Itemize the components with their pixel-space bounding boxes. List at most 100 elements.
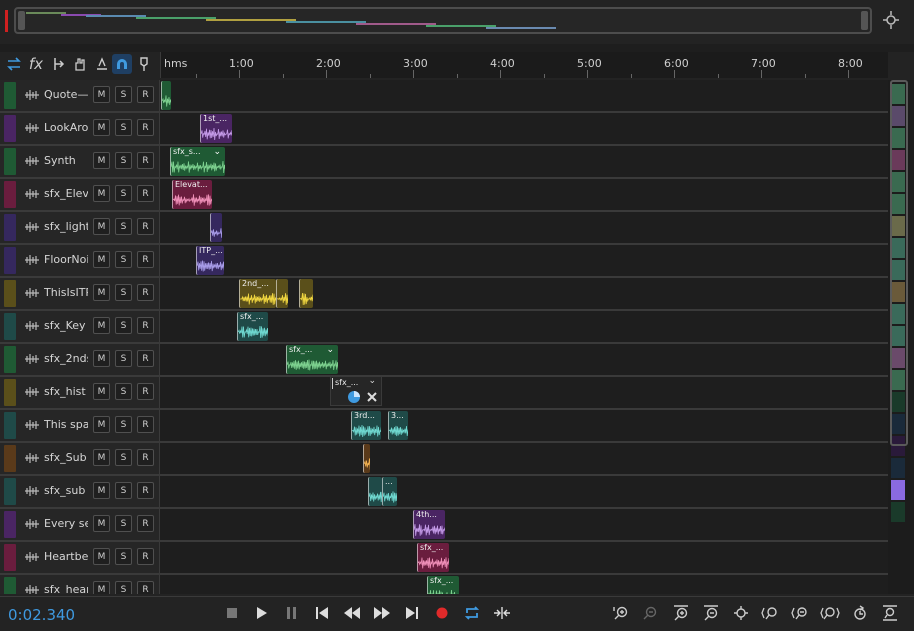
track-header[interactable]: FloorNoi M S R bbox=[0, 245, 160, 276]
record-arm-button[interactable]: R bbox=[137, 581, 154, 594]
track-lane[interactable]: 4th... bbox=[160, 509, 888, 540]
track-header[interactable]: sfx_Key M S R bbox=[0, 311, 160, 342]
mute-button[interactable]: M bbox=[93, 218, 110, 235]
track-header[interactable]: sfx_hist M S R bbox=[0, 377, 160, 408]
track-row[interactable]: sfx_Key M S Rsfx_... bbox=[0, 311, 888, 344]
record-arm-button[interactable]: R bbox=[137, 86, 154, 103]
zoom-in-time-icon[interactable] bbox=[671, 603, 691, 623]
track-header[interactable]: This spa M S R bbox=[0, 410, 160, 441]
track-header[interactable]: sfx_light M S R bbox=[0, 212, 160, 243]
solo-button[interactable]: S bbox=[115, 185, 132, 202]
zoom-full-icon[interactable] bbox=[731, 603, 751, 623]
zoom-reset-icon[interactable] bbox=[850, 603, 870, 623]
zoom-out-time-icon[interactable] bbox=[701, 603, 721, 623]
track-name[interactable]: sfx_Sub bbox=[44, 451, 88, 464]
track-row[interactable]: sfx_hist M S R bbox=[0, 377, 888, 410]
audio-clip[interactable]: sfx_s... ⌄ bbox=[170, 147, 225, 176]
solo-button[interactable]: S bbox=[115, 284, 132, 301]
record-arm-button[interactable]: R bbox=[137, 383, 154, 400]
audio-clip[interactable]: sfx_... ⌄ bbox=[286, 345, 338, 374]
solo-button[interactable]: S bbox=[115, 548, 132, 565]
mute-button[interactable]: M bbox=[93, 416, 110, 433]
current-time-display[interactable]: 0:02.340 bbox=[8, 606, 75, 624]
track-lane[interactable]: Elevat... bbox=[160, 179, 888, 210]
swap-icon[interactable] bbox=[4, 54, 24, 74]
record-arm-button[interactable]: R bbox=[137, 218, 154, 235]
mute-button[interactable]: M bbox=[93, 449, 110, 466]
track-header[interactable]: Synth M S R bbox=[0, 146, 160, 177]
mute-button[interactable]: M bbox=[93, 350, 110, 367]
pause-icon[interactable] bbox=[282, 603, 302, 623]
audio-clip[interactable]: 3rd... bbox=[351, 411, 381, 440]
audio-clip[interactable] bbox=[161, 81, 171, 110]
vertical-scrollbar[interactable] bbox=[888, 80, 914, 594]
track-lane[interactable]: ... bbox=[160, 476, 888, 507]
track-name[interactable]: sfx_Elev bbox=[44, 187, 88, 200]
audio-clip[interactable]: sfx_... bbox=[427, 576, 459, 594]
record-icon[interactable] bbox=[432, 603, 452, 623]
scroll-thumb[interactable] bbox=[890, 80, 908, 446]
mute-button[interactable]: M bbox=[93, 515, 110, 532]
track-row[interactable]: Every se M S R 4th... bbox=[0, 509, 888, 542]
mute-button[interactable]: M bbox=[93, 581, 110, 594]
track-row[interactable]: FloorNoi M S R ITP_... bbox=[0, 245, 888, 278]
chevron-down-icon[interactable]: ⌄ bbox=[213, 147, 221, 157]
solo-button[interactable]: S bbox=[115, 581, 132, 594]
track-header[interactable]: Quote— M S R bbox=[0, 80, 160, 111]
zoom-in-point-icon[interactable] bbox=[760, 603, 780, 623]
solo-button[interactable]: S bbox=[115, 449, 132, 466]
stop-icon[interactable] bbox=[222, 603, 242, 623]
track-row[interactable]: sfx_Elev M S R Elevat... bbox=[0, 179, 888, 212]
track-row[interactable]: This spa M S R 3rd... 3... bbox=[0, 410, 888, 443]
record-arm-button[interactable]: R bbox=[137, 284, 154, 301]
track-header[interactable]: sfx_2nds M S R bbox=[0, 344, 160, 375]
mute-button[interactable]: M bbox=[93, 317, 110, 334]
mute-button[interactable]: M bbox=[93, 284, 110, 301]
fx-icon[interactable]: fx bbox=[26, 54, 46, 74]
record-arm-button[interactable]: R bbox=[137, 251, 154, 268]
go-to-end-icon[interactable] bbox=[402, 603, 422, 623]
track-name[interactable]: Every se bbox=[44, 517, 88, 530]
track-row[interactable]: Quote— M S R bbox=[0, 80, 888, 113]
solo-button[interactable]: S bbox=[115, 515, 132, 532]
track-name[interactable]: sfx_2nds bbox=[44, 352, 88, 365]
track-header[interactable]: sfx_hear M S R bbox=[0, 575, 160, 594]
audio-clip[interactable] bbox=[210, 213, 222, 242]
skip-silence-icon[interactable] bbox=[492, 603, 512, 623]
track-lane[interactable]: ITP_... bbox=[160, 245, 888, 276]
track-lane[interactable]: sfx_... bbox=[160, 575, 888, 594]
track-name[interactable]: Synth bbox=[44, 154, 88, 167]
mute-button[interactable]: M bbox=[93, 185, 110, 202]
track-row[interactable]: sfx_Sub M S R bbox=[0, 443, 888, 476]
audio-clip[interactable] bbox=[368, 477, 382, 506]
mute-button[interactable]: M bbox=[93, 383, 110, 400]
zoom-out-amplitude-icon[interactable] bbox=[640, 603, 660, 623]
solo-button[interactable]: S bbox=[115, 152, 132, 169]
viewport-right-handle[interactable] bbox=[861, 11, 868, 30]
mute-button[interactable]: M bbox=[93, 86, 110, 103]
zoom-tracks-icon[interactable] bbox=[880, 603, 900, 623]
track-name[interactable]: LookAro bbox=[44, 121, 88, 134]
track-lane[interactable] bbox=[160, 377, 888, 408]
solo-button[interactable]: S bbox=[115, 482, 132, 499]
overview-viewport[interactable] bbox=[14, 7, 872, 34]
audio-clip[interactable]: ... bbox=[382, 477, 397, 506]
record-arm-button[interactable]: R bbox=[137, 416, 154, 433]
record-arm-button[interactable]: R bbox=[137, 152, 154, 169]
track-header[interactable]: sfx_Elev M S R bbox=[0, 179, 160, 210]
record-arm-button[interactable]: R bbox=[137, 449, 154, 466]
track-name[interactable]: sfx_Key bbox=[44, 319, 88, 332]
track-name[interactable]: sfx_sub bbox=[44, 484, 88, 497]
record-arm-button[interactable]: R bbox=[137, 185, 154, 202]
track-row[interactable]: sfx_hear M S Rsfx_... bbox=[0, 575, 888, 594]
audio-clip[interactable]: sfx_... bbox=[417, 543, 449, 572]
track-name[interactable]: sfx_hear bbox=[44, 583, 88, 594]
track-lane[interactable]: sfx_s... ⌄ bbox=[160, 146, 888, 177]
mute-button[interactable]: M bbox=[93, 548, 110, 565]
zoom-out-point-icon[interactable] bbox=[790, 603, 810, 623]
track-header[interactable]: ThisIsITP M S R bbox=[0, 278, 160, 309]
mute-button[interactable]: M bbox=[93, 482, 110, 499]
track-row[interactable]: LookAro M S R 1st_... bbox=[0, 113, 888, 146]
solo-button[interactable]: S bbox=[115, 119, 132, 136]
track-name[interactable]: Quote— bbox=[44, 88, 88, 101]
